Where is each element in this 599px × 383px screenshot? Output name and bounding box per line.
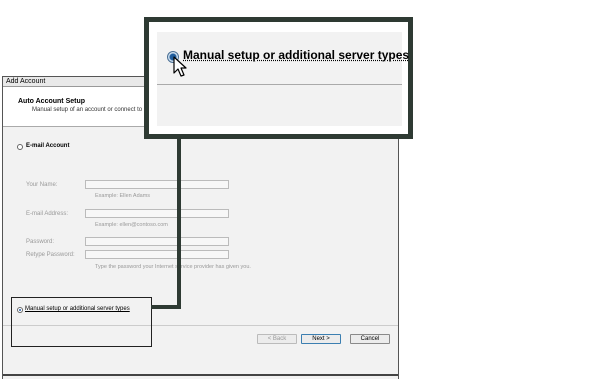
- footer-divider: [3, 374, 398, 376]
- mouse-pointer-icon: [173, 56, 187, 77]
- callout-divider: [157, 84, 402, 85]
- callout-connector-horizontal: [151, 305, 181, 309]
- highlight-box: [11, 297, 152, 347]
- retype-password-field[interactable]: [85, 250, 229, 259]
- callout-connector-vertical: [177, 137, 181, 307]
- password-label: Password:: [26, 239, 55, 245]
- retype-password-hint: Type the password your Internet service …: [95, 264, 251, 270]
- callout-panel: Manual setup or additional server types: [157, 32, 409, 126]
- header-subtitle: Manual setup of an account or connect to: [32, 107, 143, 113]
- your-name-hint: Example: Ellen Adams: [95, 193, 151, 199]
- email-address-label: E-mail Address:: [26, 211, 69, 217]
- email-account-label[interactable]: E-mail Account: [26, 143, 69, 149]
- header-title: Auto Account Setup: [18, 98, 86, 105]
- retype-password-label: Retype Password:: [26, 252, 75, 258]
- next-button[interactable]: Next >: [301, 334, 341, 344]
- password-field[interactable]: [85, 237, 229, 246]
- email-address-field[interactable]: [85, 209, 229, 218]
- your-name-field[interactable]: [85, 180, 229, 189]
- email-account-radio[interactable]: [17, 144, 23, 150]
- cancel-button[interactable]: Cancel: [350, 334, 390, 344]
- back-button[interactable]: < Back: [257, 334, 297, 344]
- dialog-title: Add Account: [6, 78, 46, 85]
- email-address-hint: Example: ellen@contoso.com: [95, 222, 168, 228]
- zoom-callout: Manual setup or additional server types: [144, 17, 413, 139]
- your-name-label: Your Name:: [26, 182, 58, 188]
- dialog-content: E-mail Account Your Name: Example: Ellen…: [3, 127, 398, 325]
- callout-label[interactable]: Manual setup or additional server types: [183, 48, 409, 62]
